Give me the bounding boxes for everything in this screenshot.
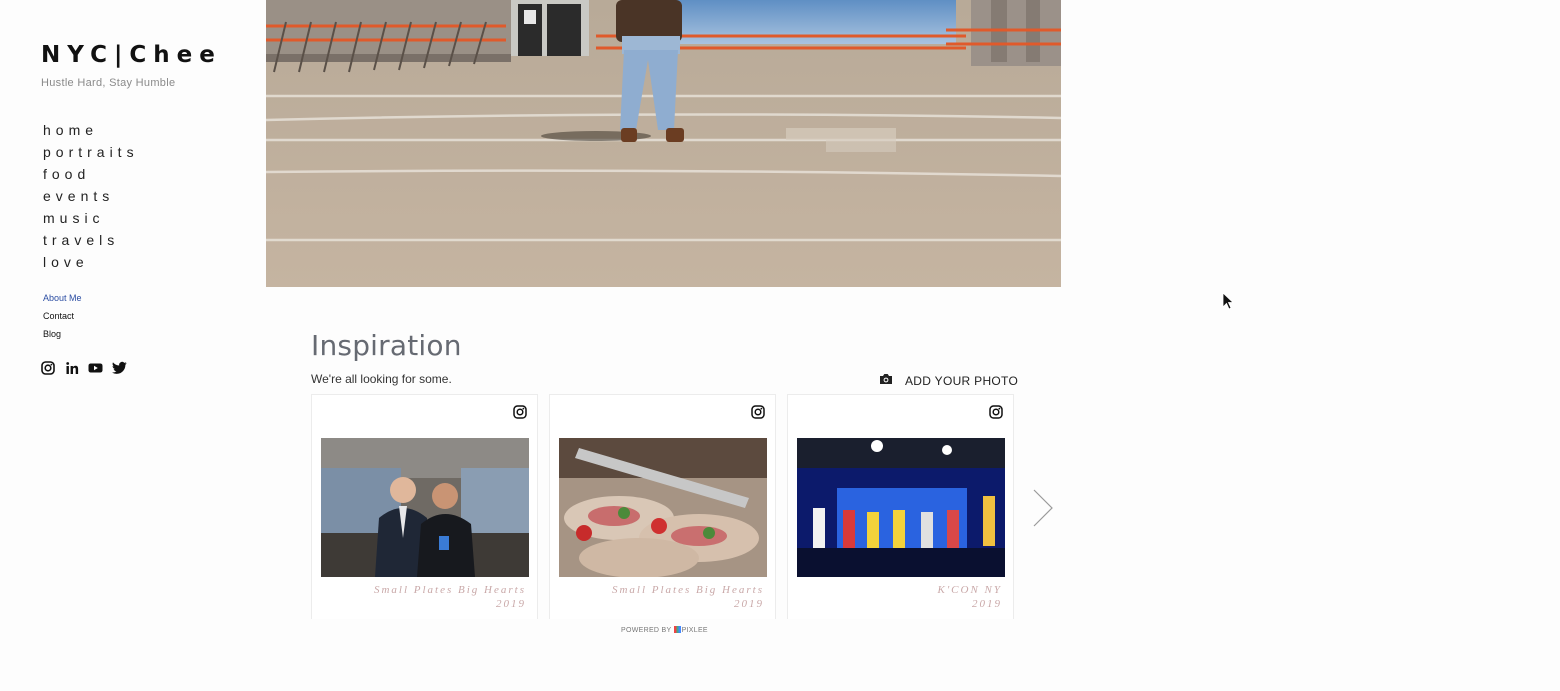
card-photo (559, 438, 767, 577)
nav-item-love[interactable]: love (43, 253, 139, 275)
carousel-next-arrow[interactable] (1031, 488, 1055, 528)
add-photo-button[interactable]: ADD YOUR PHOTO (879, 373, 1018, 388)
linkedin-icon[interactable] (64, 360, 79, 375)
powered-by-prefix: POWERED BY (621, 627, 672, 634)
card-caption: K'CON NY 2019 (802, 583, 1002, 611)
nav-item-events[interactable]: events (43, 187, 139, 209)
card-caption-year: 2019 (734, 598, 764, 610)
nav-item-about-me[interactable]: About Me (43, 292, 82, 310)
hero-photo (266, 0, 1061, 287)
instagram-icon[interactable] (40, 360, 55, 375)
card-caption-year: 2019 (496, 598, 526, 610)
card-caption-year: 2019 (972, 598, 1002, 610)
instagram-icon (989, 405, 1003, 419)
nav-item-portraits[interactable]: portraits (43, 143, 139, 165)
add-photo-label: ADD YOUR PHOTO (905, 373, 1019, 388)
twitter-icon[interactable] (112, 360, 127, 375)
nav-item-home[interactable]: home (43, 121, 139, 143)
card-photo (321, 438, 529, 577)
site-logo[interactable]: NYC|Chee (41, 42, 222, 68)
inspiration-widget: Inspiration We're all looking for some. … (311, 325, 1056, 645)
chevron-right-icon (1033, 489, 1053, 527)
nav-item-contact[interactable]: Contact (43, 310, 82, 328)
photo-carousel: Small Plates Big Hearts 2019 Small Plate… (311, 394, 1014, 619)
powered-by-brand: PIXLEE (681, 627, 708, 634)
photo-card[interactable]: Small Plates Big Hearts 2019 (311, 394, 538, 619)
nav-item-travels[interactable]: travels (43, 231, 139, 253)
nav-item-blog[interactable]: Blog (43, 328, 82, 346)
photo-card[interactable]: K'CON NY 2019 (787, 394, 1014, 619)
nav-item-music[interactable]: music (43, 209, 139, 231)
site-tagline: Hustle Hard, Stay Humble (41, 77, 176, 89)
instagram-icon (751, 405, 765, 419)
social-links (40, 360, 127, 375)
camera-icon (879, 373, 893, 388)
card-caption: Small Plates Big Hearts 2019 (564, 583, 764, 611)
hero-photo-illustration (266, 0, 1061, 287)
widget-subtitle: We're all looking for some. (311, 372, 452, 386)
instagram-icon (513, 405, 527, 419)
youtube-icon[interactable] (88, 360, 103, 375)
photo-card[interactable]: Small Plates Big Hearts 2019 (549, 394, 776, 619)
card-caption: Small Plates Big Hearts 2019 (326, 583, 526, 611)
pixlee-logo-icon (673, 626, 681, 633)
widget-title: Inspiration (311, 329, 462, 362)
sidebar: NYC|Chee Hustle Hard, Stay Humble home p… (0, 0, 266, 691)
secondary-nav: About Me Contact Blog (43, 292, 82, 346)
card-caption-title: Small Plates Big Hearts (373, 584, 526, 596)
nav-item-food[interactable]: food (43, 165, 139, 187)
card-photo (797, 438, 1005, 577)
powered-by-pixlee[interactable]: POWERED BY PIXLEE (621, 626, 708, 634)
card-caption-title: Small Plates Big Hearts (611, 584, 764, 596)
main-nav: home portraits food events music travels… (43, 121, 139, 275)
card-caption-title: K'CON NY (937, 584, 1002, 596)
mouse-cursor-icon (1222, 292, 1235, 310)
